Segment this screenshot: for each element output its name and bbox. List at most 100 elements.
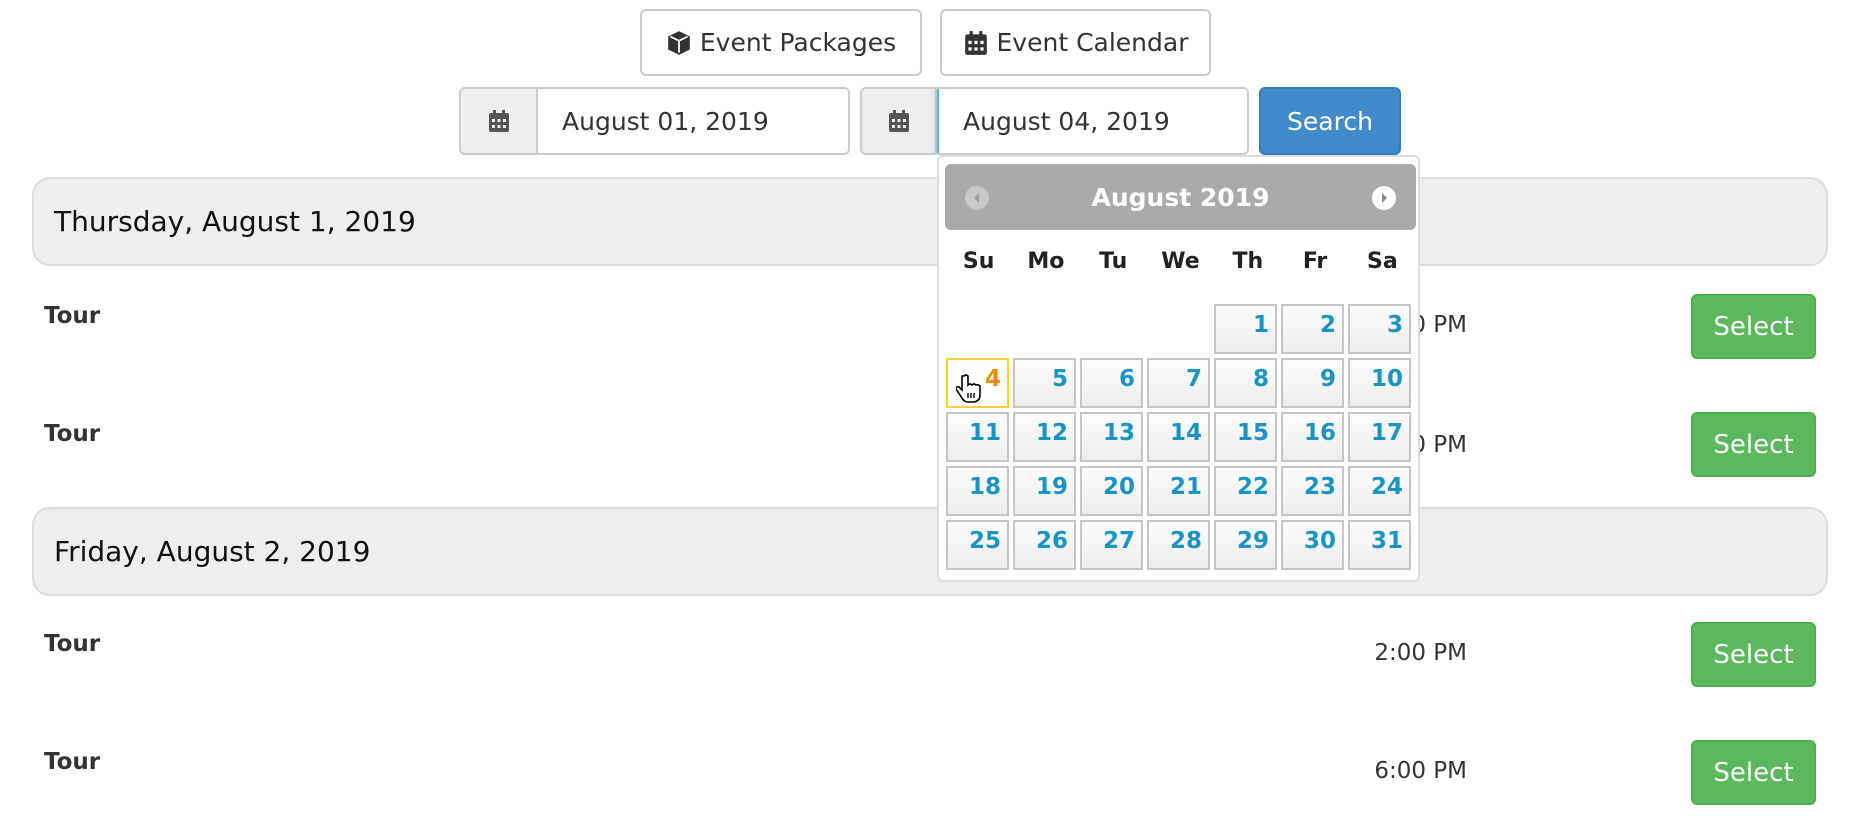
day-cell[interactable]: 26 xyxy=(1013,520,1076,570)
event-packages-label: Event Packages xyxy=(699,28,897,57)
day-number: 7 xyxy=(1185,366,1202,392)
day-cell[interactable]: 30 xyxy=(1281,520,1344,570)
day-number: 25 xyxy=(968,528,1001,554)
day-number: 14 xyxy=(1169,420,1202,446)
day-cell[interactable]: 24 xyxy=(1348,466,1411,516)
day-number: 15 xyxy=(1236,420,1269,446)
day-number: 13 xyxy=(1102,420,1135,446)
end-date-group: August 04, 2019 xyxy=(860,87,1249,155)
day-number: 31 xyxy=(1370,528,1403,554)
end-date-calendar-button[interactable] xyxy=(862,89,937,153)
event-calendar-button[interactable]: Event Calendar xyxy=(940,9,1211,76)
day-number: 16 xyxy=(1303,420,1336,446)
end-date-input[interactable]: August 04, 2019 xyxy=(937,89,1247,153)
day-cell[interactable]: 5 xyxy=(1013,358,1076,408)
day-cell[interactable]: 17 xyxy=(1348,412,1411,462)
day-heading-text: Thursday, August 1, 2019 xyxy=(54,205,416,238)
empty-day-cell xyxy=(1147,304,1210,354)
day-number: 11 xyxy=(968,420,1001,446)
empty-day-cell xyxy=(1080,304,1143,354)
day-number: 27 xyxy=(1102,528,1135,554)
day-cell[interactable]: 10 xyxy=(1348,358,1411,408)
day-number: 19 xyxy=(1035,474,1068,500)
event-time: 6:00 PM xyxy=(1374,758,1467,784)
weekday-label: Tu xyxy=(1099,249,1128,274)
calendar-icon xyxy=(964,30,987,55)
weekday-label: Sa xyxy=(1366,249,1398,274)
day-cell[interactable]: 14 xyxy=(1147,412,1210,462)
day-cell[interactable]: 18 xyxy=(946,466,1009,516)
day-cell[interactable]: 21 xyxy=(1147,466,1210,516)
day-cell[interactable]: 1 xyxy=(1214,304,1277,354)
empty-day-cell xyxy=(946,304,1009,354)
start-date-group: August 01, 2019 xyxy=(459,87,850,155)
day-cell[interactable]: 9 xyxy=(1281,358,1344,408)
day-number: 1 xyxy=(1252,312,1269,338)
empty-day-cell xyxy=(1013,304,1076,354)
start-date-input[interactable]: August 01, 2019 xyxy=(538,89,848,153)
day-number: 21 xyxy=(1169,474,1202,500)
day-cell[interactable]: 29 xyxy=(1214,520,1277,570)
event-calendar-label: Event Calendar xyxy=(996,28,1189,57)
event-name: Tour xyxy=(44,749,101,775)
day-cell[interactable]: 23 xyxy=(1281,466,1344,516)
select-button[interactable]: Select xyxy=(1691,412,1816,477)
day-number: 17 xyxy=(1370,420,1403,446)
day-number: 20 xyxy=(1102,474,1135,500)
day-number: 24 xyxy=(1370,474,1403,500)
select-button[interactable]: Select xyxy=(1691,294,1816,359)
select-button[interactable]: Select xyxy=(1691,622,1816,687)
weekday-label: Su xyxy=(962,249,995,274)
calendar-icon xyxy=(488,110,509,132)
day-cell[interactable]: 27 xyxy=(1080,520,1143,570)
day-cell[interactable]: 7 xyxy=(1147,358,1210,408)
cube-icon xyxy=(668,30,690,55)
select-button[interactable]: Select xyxy=(1691,740,1816,805)
datepicker-days-grid: 1 2 3 4 5 6 7 8 9 10 11 12 13 14 15 16 17 18 19 20 21 22 23 24 2… xyxy=(946,304,1413,570)
day-number: 23 xyxy=(1303,474,1336,500)
weekday-label: Mo xyxy=(1027,249,1065,274)
day-cell[interactable]: 15 xyxy=(1214,412,1277,462)
day-cell[interactable]: 16 xyxy=(1281,412,1344,462)
datepicker-title: August 2019 xyxy=(1091,182,1270,212)
day-number: 22 xyxy=(1236,474,1269,500)
day-cell[interactable]: 11 xyxy=(946,412,1009,462)
day-cell[interactable]: 19 xyxy=(1013,466,1076,516)
day-cell[interactable]: 2 xyxy=(1281,304,1344,354)
event-name: Tour xyxy=(44,631,101,657)
pointer-cursor-icon xyxy=(956,374,981,403)
day-cell[interactable]: 8 xyxy=(1214,358,1277,408)
day-number: 12 xyxy=(1035,420,1068,446)
day-heading-text: Friday, August 2, 2019 xyxy=(54,535,371,568)
prev-month-button[interactable] xyxy=(965,186,989,210)
datepicker-popup: August 2019 Su Mo Tu We Th Fr Sa 1 2 3 4 5 6 7 8 9 10 11… xyxy=(937,155,1420,582)
day-number: 18 xyxy=(968,474,1001,500)
day-cell[interactable]: 6 xyxy=(1080,358,1143,408)
day-cell-highlighted[interactable]: 4 xyxy=(946,358,1009,408)
event-packages-button[interactable]: Event Packages xyxy=(640,9,922,76)
day-cell[interactable]: 20 xyxy=(1080,466,1143,516)
day-cell[interactable]: 28 xyxy=(1147,520,1210,570)
day-cell[interactable]: 31 xyxy=(1348,520,1411,570)
next-month-button[interactable] xyxy=(1372,186,1396,210)
day-number: 4 xyxy=(984,366,1001,392)
day-number: 9 xyxy=(1319,366,1336,392)
day-number: 8 xyxy=(1252,366,1269,392)
weekday-label: Fr xyxy=(1302,249,1328,274)
event-name: Tour xyxy=(44,303,101,329)
day-heading: Thursday, August 1, 2019 xyxy=(32,177,1828,266)
day-cell[interactable]: 12 xyxy=(1013,412,1076,462)
event-name: Tour xyxy=(44,421,101,447)
search-button[interactable]: Search xyxy=(1259,87,1401,155)
event-time: 2:00 PM xyxy=(1374,640,1467,666)
start-date-calendar-button[interactable] xyxy=(461,89,538,153)
weekday-label: Th xyxy=(1232,249,1264,274)
day-cell[interactable]: 25 xyxy=(946,520,1009,570)
day-cell[interactable]: 13 xyxy=(1080,412,1143,462)
calendar-icon xyxy=(888,110,909,132)
day-number: 5 xyxy=(1051,366,1068,392)
chevron-right-icon xyxy=(1382,193,1387,203)
day-heading: Friday, August 2, 2019 xyxy=(32,507,1828,596)
day-cell[interactable]: 3 xyxy=(1348,304,1411,354)
day-cell[interactable]: 22 xyxy=(1214,466,1277,516)
